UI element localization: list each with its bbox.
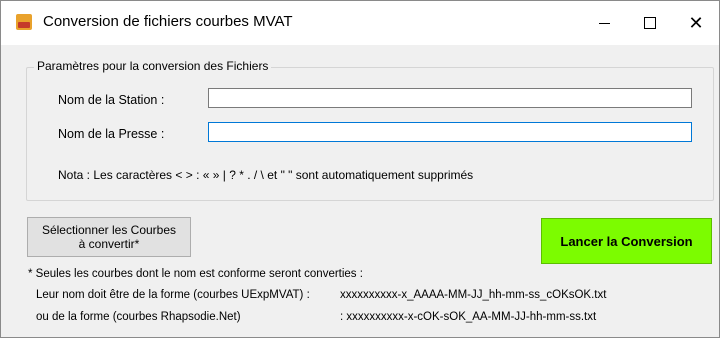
select-curves-button[interactable]: Sélectionner les Courbes à convertir*: [27, 217, 191, 257]
note-line-2-label: Leur nom doit être de la forme (courbes …: [36, 289, 310, 301]
window-title: Conversion de fichiers courbes MVAT: [43, 13, 293, 30]
close-icon: ✕: [688, 12, 704, 33]
minimize-icon: [598, 22, 610, 24]
select-curves-label-line1: Sélectionner les Courbes: [41, 223, 177, 237]
main-window: Conversion de fichiers courbes MVAT ✕ Pa…: [0, 0, 720, 338]
group-legend: Paramètres pour la conversion des Fichie…: [34, 59, 272, 73]
station-name-input[interactable]: [208, 88, 692, 108]
nota-text: Nota : Les caractères < > : « » | ? * . …: [58, 168, 474, 182]
maximize-icon: [644, 17, 656, 29]
maximize-button[interactable]: [627, 1, 673, 45]
app-press-icon: [16, 14, 32, 30]
station-label: Nom de la Station :: [58, 93, 165, 107]
note-line-3-pattern: : xxxxxxxxxx-x-cOK-sOK_AA-MM-JJ-hh-mm-ss…: [340, 311, 597, 323]
minimize-button[interactable]: [581, 1, 627, 45]
close-button[interactable]: ✕: [673, 1, 719, 45]
title-bar[interactable]: Conversion de fichiers courbes MVAT ✕: [1, 1, 719, 45]
note-line-3-label: ou de la forme (courbes Rhapsodie.Net): [36, 311, 241, 323]
launch-conversion-button[interactable]: Lancer la Conversion: [541, 218, 712, 264]
presse-name-input[interactable]: [208, 122, 692, 142]
note-line-2-pattern: xxxxxxxxxx-x_AAAA-MM-JJ_hh-mm-ss_cOKsOK.…: [340, 289, 607, 301]
select-curves-label-line2: à convertir*: [78, 237, 140, 251]
note-line-1: * Seules les courbes dont le nom est con…: [28, 268, 363, 280]
presse-label: Nom de la Presse :: [58, 127, 165, 141]
